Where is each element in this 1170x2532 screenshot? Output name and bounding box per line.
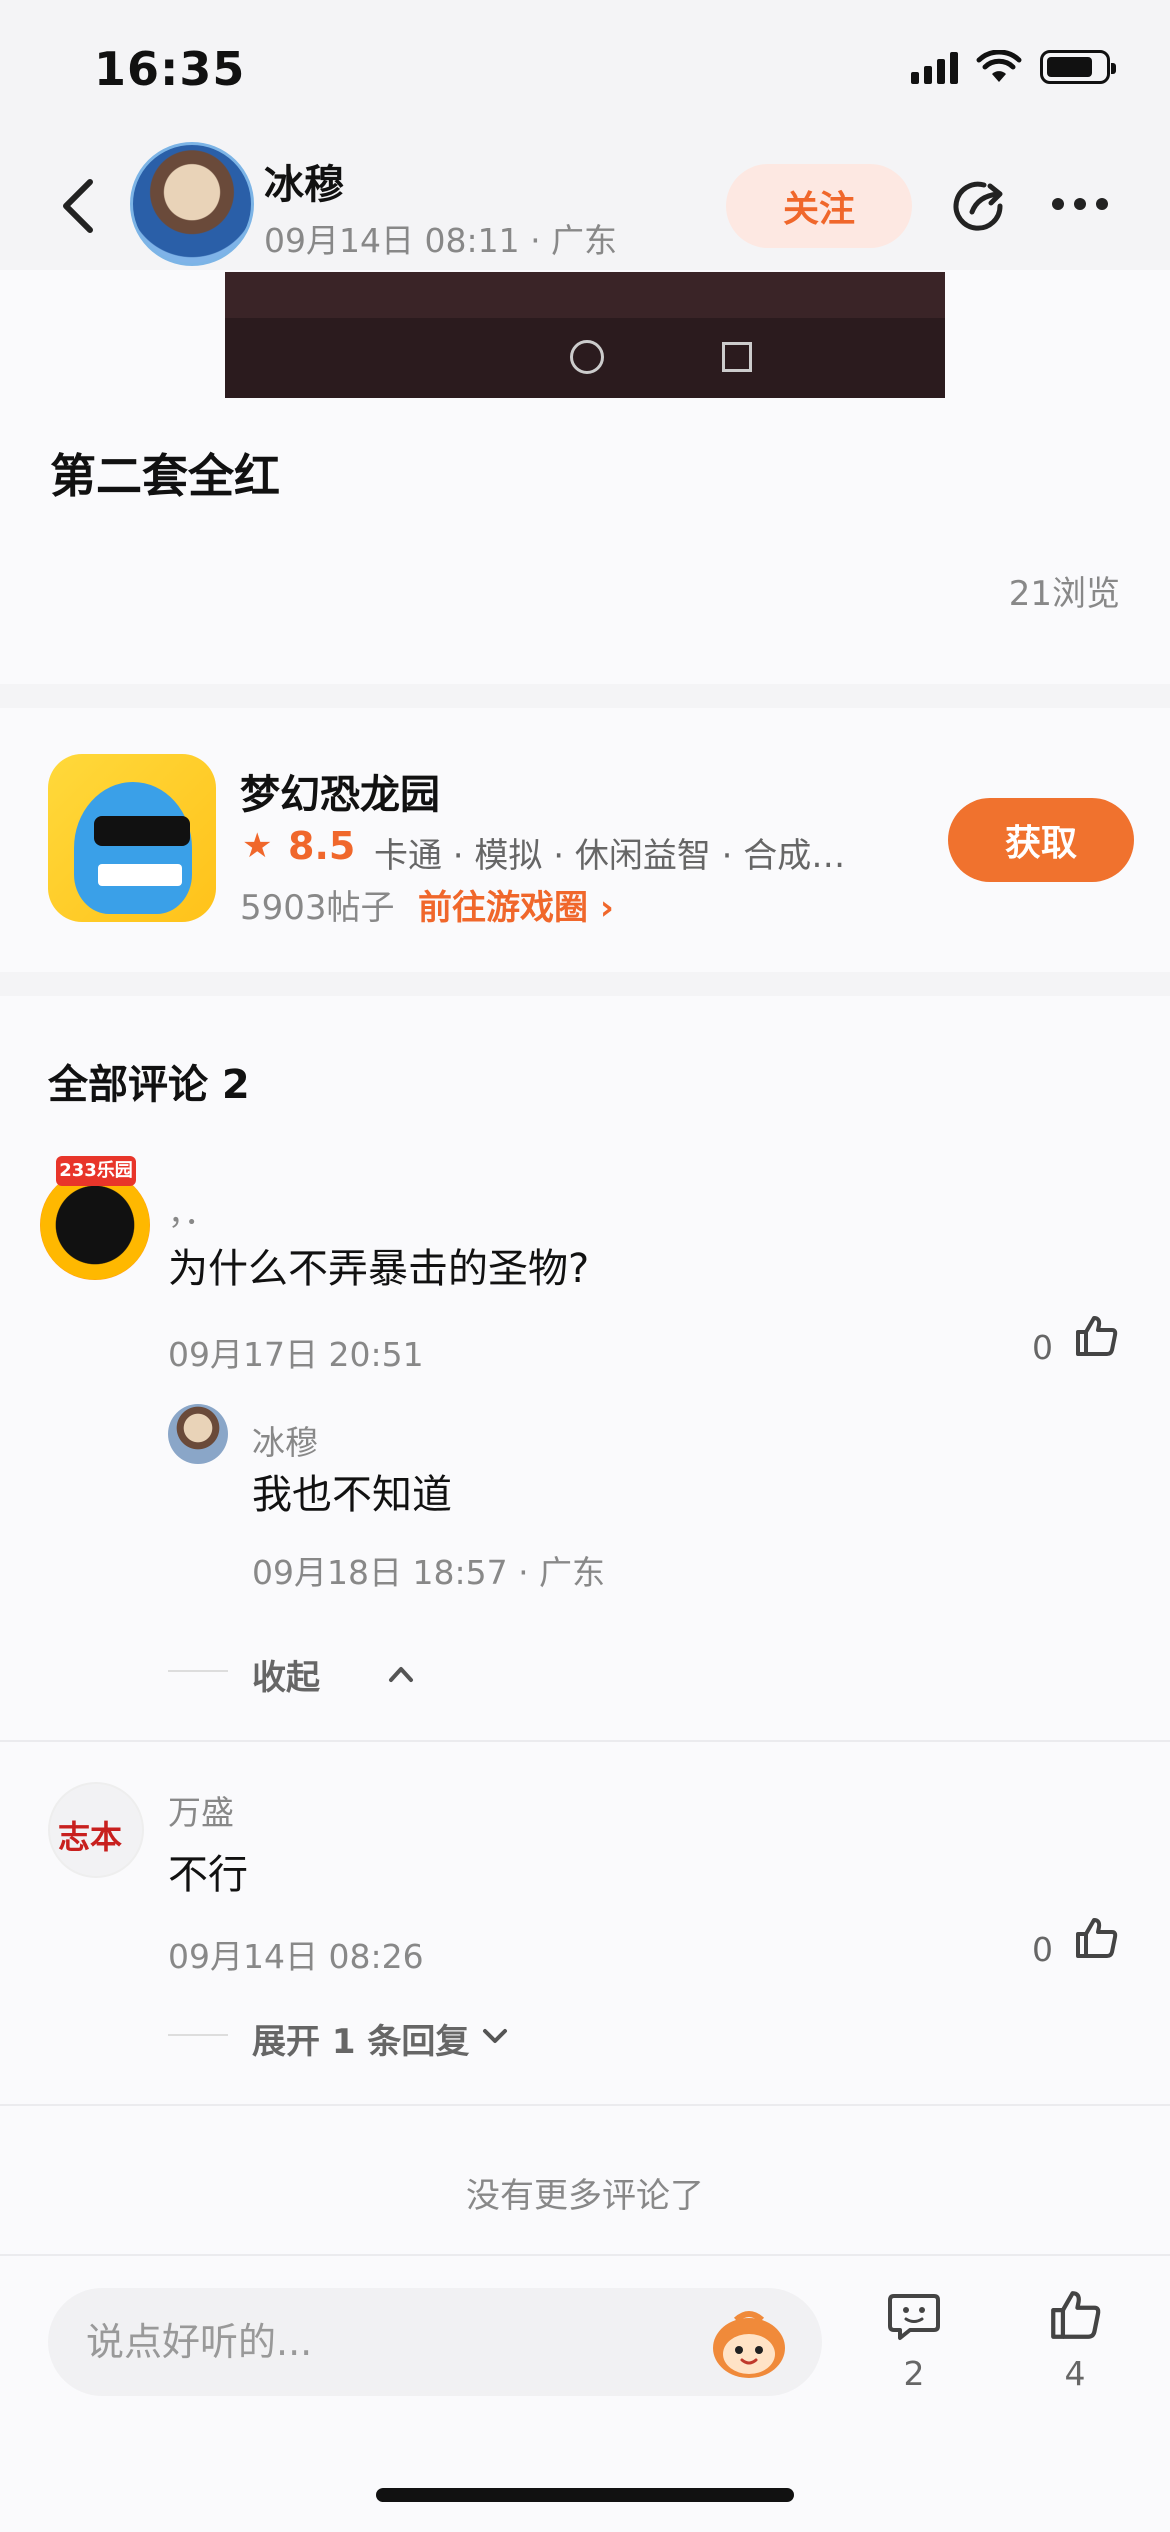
reply-author-name[interactable]: 冰穆	[252, 1416, 318, 1464]
wifi-icon	[976, 50, 1022, 82]
follow-button[interactable]: 关注	[726, 164, 912, 248]
commenter-avatar[interactable]: 志本	[48, 1782, 144, 1878]
more-icon[interactable]	[1052, 198, 1108, 210]
reply-text[interactable]: 我也不知道	[252, 1462, 452, 1520]
post-meta: 09月14日 08:11 · 广东	[264, 221, 618, 260]
game-name[interactable]: 梦幻恐龙园	[240, 762, 440, 820]
expand-replies-button[interactable]: 展开 1 条回复	[252, 2014, 469, 2063]
emoji-icon[interactable]	[706, 2306, 792, 2380]
chevron-up-icon[interactable]	[388, 1664, 414, 1684]
comment-divider	[0, 1740, 1170, 1742]
star-icon: ★	[242, 826, 273, 866]
comment-time: 09月14日 08:26	[168, 1937, 424, 1976]
reply-meta: 09月18日 18:57 · 广东	[252, 1553, 606, 1592]
comments-section	[0, 996, 1170, 2254]
comment-divider	[0, 2104, 1170, 2106]
avatar-frame-badge: 233乐园	[56, 1156, 136, 1186]
game-app-icon[interactable]	[48, 754, 216, 922]
signal-icon	[911, 50, 958, 84]
view-count: 21浏览	[1008, 574, 1120, 614]
comments-header: 全部评论 2	[48, 1062, 250, 1108]
comment-text[interactable]: 不行	[168, 1842, 248, 1900]
battery-icon	[1040, 50, 1116, 84]
game-score: 8.5	[288, 824, 356, 868]
divider-line	[168, 2034, 228, 2036]
comment-like-count: 0	[1032, 1930, 1053, 1969]
get-game-button[interactable]: 获取	[948, 798, 1134, 882]
thumbs-up-icon[interactable]	[1072, 1914, 1120, 1962]
comment-icon[interactable]	[886, 2288, 942, 2344]
author-name[interactable]: 冰穆	[264, 152, 344, 210]
post-image[interactable]	[225, 272, 945, 398]
thumbs-up-icon[interactable]	[1046, 2286, 1104, 2344]
android-home-icon	[570, 340, 604, 374]
collapse-replies-button[interactable]: 收起	[252, 1650, 320, 1699]
no-more-comments: 没有更多评论了	[466, 2176, 704, 2216]
chevron-down-icon[interactable]	[482, 2026, 508, 2046]
reply-avatar[interactable]	[168, 1404, 228, 1464]
commenter-name[interactable]: 万盛	[168, 1786, 234, 1834]
android-recent-icon	[722, 342, 752, 372]
back-icon[interactable]	[56, 176, 100, 236]
author-avatar[interactable]	[130, 142, 254, 266]
comment-time: 09月17日 20:51	[168, 1335, 424, 1374]
status-icons	[911, 50, 1116, 84]
commenter-name[interactable]: ，．	[168, 1188, 216, 1234]
game-tags: 卡通 · 模拟 · 休闲益智 · 合成…	[374, 836, 846, 876]
status-time: 16:35	[94, 42, 246, 96]
share-icon[interactable]	[950, 176, 1012, 238]
home-indicator[interactable]	[376, 2488, 794, 2502]
comment-like-count: 0	[1032, 1328, 1053, 1367]
comment-count: 2	[903, 2354, 925, 2393]
game-circle-link[interactable]: 前往游戏圈 ›	[418, 880, 614, 929]
commenter-avatar[interactable]: 233乐园	[30, 1156, 154, 1284]
like-count: 4	[1064, 2354, 1086, 2393]
comment-text[interactable]: 为什么不弄暴击的圣物?	[168, 1236, 589, 1294]
divider-line	[168, 1670, 228, 1672]
game-post-count: 5903帖子	[240, 888, 395, 928]
thumbs-up-icon[interactable]	[1072, 1312, 1120, 1360]
post-title: 第二套全红	[50, 449, 280, 503]
